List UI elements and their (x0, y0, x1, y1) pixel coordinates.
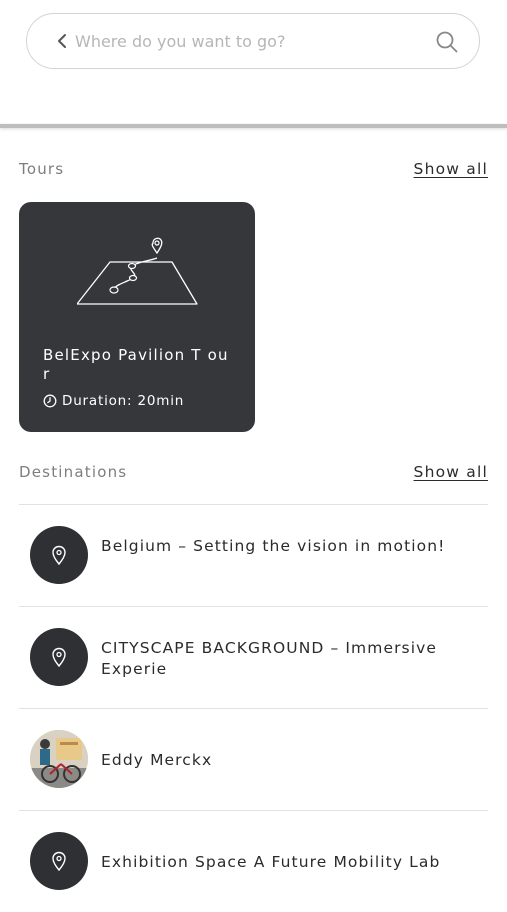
search-input[interactable] (75, 26, 415, 56)
tours-show-all-link[interactable]: Show all (414, 160, 488, 178)
destination-list: Belgium – Setting the vision in motion! … (19, 504, 488, 912)
destination-avatar (30, 832, 88, 890)
destination-avatar (30, 526, 88, 584)
destinations-section-title: Destinations (19, 463, 128, 481)
destination-label: Belgium – Setting the vision in motion! (101, 537, 446, 555)
eddy-merckx-thumbnail (30, 730, 88, 788)
tour-card[interactable]: BelExpo Pavilion T our Duration: 20min (19, 202, 255, 432)
destinations-header: Destinations Show all (19, 463, 488, 481)
map-pin-icon (52, 545, 66, 566)
destination-item[interactable]: Eddy Merckx (19, 708, 488, 810)
destination-avatar (30, 628, 88, 686)
destination-label: Exhibition Space A Future Mobility Lab (101, 853, 441, 871)
header-divider (0, 124, 507, 128)
clock-icon (43, 394, 57, 408)
map-pin-icon (52, 647, 66, 668)
destination-item[interactable]: CITYSCAPE BACKGROUND – Immersive Experie (19, 606, 488, 708)
destination-item[interactable]: Belgium – Setting the vision in motion! (19, 504, 488, 606)
tour-title: BelExpo Pavilion T our (43, 346, 229, 383)
destination-label: CITYSCAPE BACKGROUND – Immersive Experie (101, 639, 438, 678)
chevron-left-icon (58, 34, 66, 48)
search-icon (436, 31, 458, 53)
map-pin-icon (52, 851, 66, 872)
map-route-icon (77, 237, 198, 305)
destination-item[interactable]: Exhibition Space A Future Mobility Lab (19, 810, 488, 912)
tour-duration: Duration: 20min (43, 393, 184, 409)
tour-duration-text: Duration: 20min (62, 393, 185, 409)
search-button[interactable] (435, 30, 459, 54)
tours-header: Tours Show all (19, 160, 488, 178)
back-button[interactable] (52, 31, 72, 51)
destinations-show-all-link[interactable]: Show all (414, 463, 488, 481)
cyclist-photo-icon (30, 730, 88, 788)
tours-section-title: Tours (19, 160, 65, 178)
search-bar (26, 13, 480, 69)
destination-label: Eddy Merckx (101, 751, 213, 769)
